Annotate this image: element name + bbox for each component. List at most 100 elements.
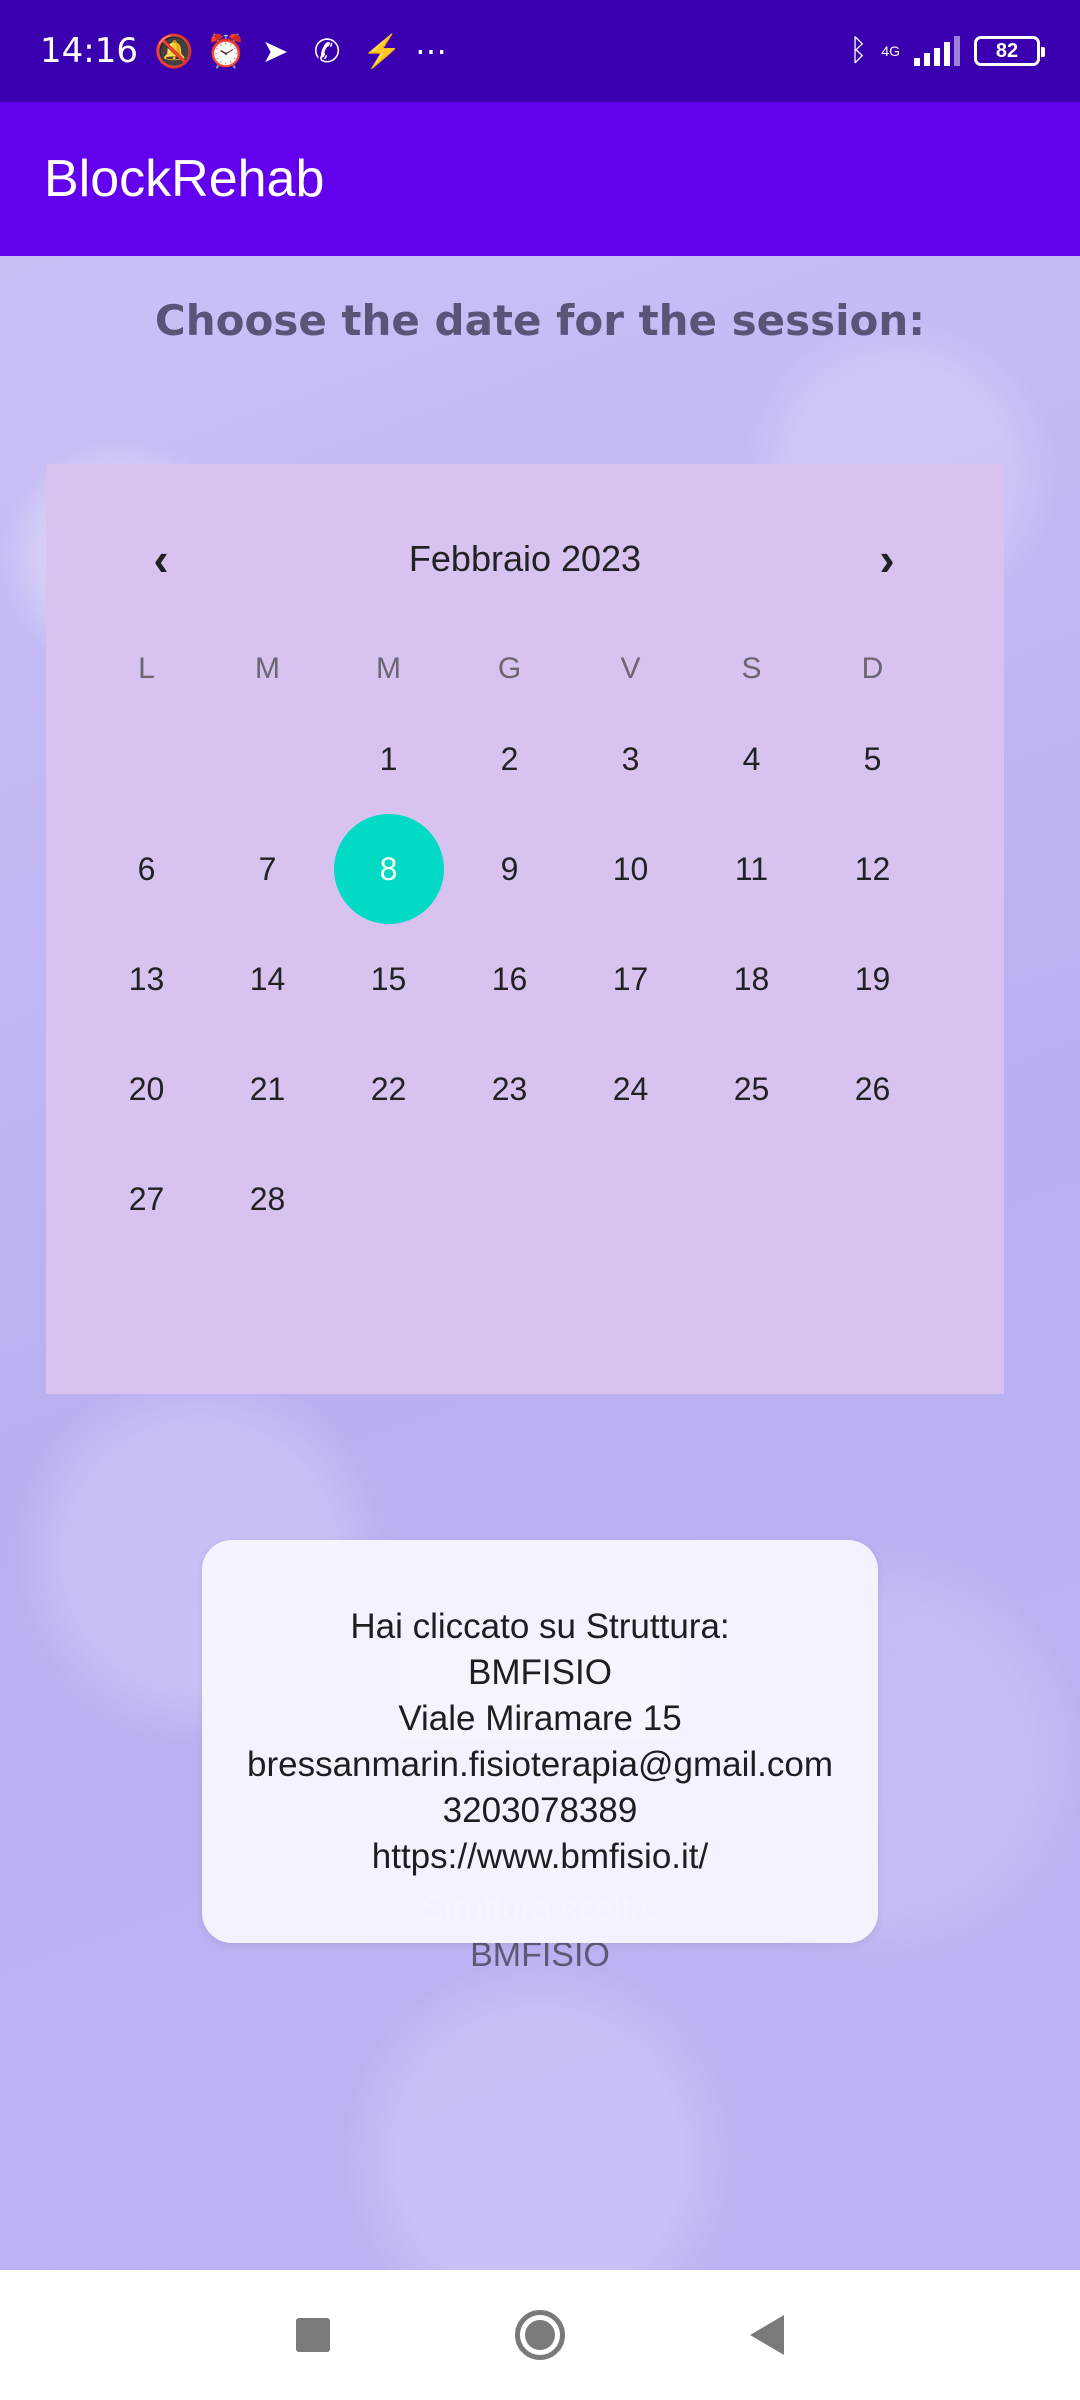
- calendar-day-number: 9: [500, 850, 519, 887]
- weekday-label: M: [255, 652, 280, 685]
- calendar-empty-cell: [449, 1144, 570, 1254]
- toast-line-address: Viale Miramare 15: [398, 1698, 682, 1738]
- calendar-day-number: [697, 1144, 807, 1254]
- calendar-day-number: [455, 1144, 565, 1254]
- calendar-day[interactable]: 6: [86, 814, 207, 924]
- calendar-day[interactable]: 3: [570, 704, 691, 814]
- calendar-day-number: 13: [128, 960, 165, 997]
- calendar-empty-cell: [691, 1144, 812, 1254]
- calendar-day-number: 24: [612, 1070, 649, 1107]
- calendar-day-number: 3: [621, 740, 640, 777]
- toast-message: Hai cliccato su Struttura: BMFISIO Viale…: [202, 1540, 878, 1943]
- calendar-day[interactable]: 22: [328, 1034, 449, 1144]
- calendar-day[interactable]: 28: [207, 1144, 328, 1254]
- status-icons-left: 🔕 ⏰ ➤ ✆ ⚡ ⋯: [154, 32, 448, 70]
- calendar-day[interactable]: 4: [691, 704, 812, 814]
- toast-line-email: bressanmarin.fisioterapia@gmail.com: [246, 1744, 834, 1784]
- calendar-day-number: 2: [500, 740, 519, 777]
- calendar-day-number: 15: [370, 960, 407, 997]
- whatsapp-icon: ✆: [313, 33, 341, 69]
- calendar-day-number: 5: [863, 740, 882, 777]
- calendar-day[interactable]: 10: [570, 814, 691, 924]
- toast-line-website: https://www.bmfisio.it/: [371, 1836, 709, 1876]
- status-bar: 14:16 🔕 ⏰ ➤ ✆ ⚡ ⋯ ᛒ 4G 82: [0, 0, 1080, 102]
- calendar-empty-cell: [207, 704, 328, 814]
- calendar-day-number: 1: [379, 740, 398, 777]
- calendar: Febbraio 2023 ‹ › L M M G V S D 1 2 3 4 5 6 7 8 9 10 11 12…: [46, 464, 1004, 1394]
- calendar-day[interactable]: 24: [570, 1034, 691, 1144]
- calendar-day[interactable]: 1: [328, 704, 449, 814]
- calendar-day-number: 4: [742, 740, 761, 777]
- weekday-label: G: [497, 652, 522, 685]
- weekday-label: V: [620, 652, 641, 685]
- toast-line-phone: 3203078389: [442, 1790, 638, 1830]
- calendar-day[interactable]: 27: [86, 1144, 207, 1254]
- navigation-bar: [0, 2270, 1080, 2400]
- calendar-day-number: 16: [491, 960, 528, 997]
- chevron-right-icon[interactable]: ›: [852, 524, 922, 594]
- calendar-day[interactable]: 20: [86, 1034, 207, 1144]
- calendar-day[interactable]: 9: [449, 814, 570, 924]
- calendar-day-number: 28: [249, 1180, 286, 1217]
- calendar-day[interactable]: 12: [812, 814, 933, 924]
- back-button[interactable]: [737, 2305, 797, 2365]
- toast-line-name: BMFISIO: [468, 1652, 612, 1692]
- calendar-day-number: [334, 1144, 444, 1254]
- toast-line-clicked: Hai cliccato su Struttura:: [350, 1606, 730, 1646]
- calendar-day-number: 25: [733, 1070, 770, 1107]
- weekday-label: S: [741, 652, 762, 685]
- calendar-day-number: 21: [249, 1070, 286, 1107]
- page-heading: Choose the date for the session:: [154, 296, 926, 345]
- calendar-day[interactable]: 16: [449, 924, 570, 1034]
- calendar-day-number: 10: [612, 850, 649, 887]
- calendar-day-number: 17: [612, 960, 649, 997]
- home-button[interactable]: [510, 2305, 570, 2365]
- app-title: BlockRehab: [44, 150, 325, 208]
- calendar-day[interactable]: 11: [691, 814, 812, 924]
- back-triangle-icon: [749, 2315, 784, 2355]
- calendar-day[interactable]: 26: [812, 1034, 933, 1144]
- calendar-day-number: 12: [854, 850, 891, 887]
- calendar-day[interactable]: 21: [207, 1034, 328, 1144]
- alarm-icon: ⏰: [205, 33, 246, 69]
- calendar-day-selected[interactable]: 8: [328, 814, 449, 924]
- calendar-day[interactable]: 7: [207, 814, 328, 924]
- calendar-day[interactable]: 2: [449, 704, 570, 814]
- calendar-day-number: [213, 704, 323, 814]
- status-time: 14:16: [40, 31, 138, 71]
- bluetooth-icon: ᛒ: [849, 34, 868, 67]
- recents-button[interactable]: [283, 2305, 343, 2365]
- calendar-day[interactable]: 14: [207, 924, 328, 1034]
- calendar-day[interactable]: 18: [691, 924, 812, 1034]
- calendar-day[interactable]: 5: [812, 704, 933, 814]
- calendar-day[interactable]: 19: [812, 924, 933, 1034]
- bolt-icon: ⚡: [361, 33, 402, 69]
- calendar-day[interactable]: 15: [328, 924, 449, 1034]
- calendar-day-number: [576, 1144, 686, 1254]
- app-bar: BlockRehab: [0, 102, 1080, 256]
- calendar-grid: L M M G V S D 1 2 3 4 5 6 7 8 9 10 11 12 13 14 15 16 17 18 19 20 21…: [86, 634, 936, 1254]
- weekday-label: D: [861, 652, 884, 685]
- calendar-header: Febbraio 2023 ‹ ›: [46, 524, 1004, 594]
- mute-icon: 🔕: [153, 33, 194, 69]
- calendar-day[interactable]: 13: [86, 924, 207, 1034]
- calendar-day-number: 7: [258, 850, 277, 887]
- calendar-day[interactable]: 23: [449, 1034, 570, 1144]
- circle-icon: [514, 2310, 565, 2360]
- calendar-day-number: 22: [370, 1070, 407, 1107]
- battery-icon: 82: [974, 36, 1045, 66]
- calendar-day[interactable]: 25: [691, 1034, 812, 1144]
- calendar-day-number: 23: [491, 1070, 528, 1107]
- telegram-icon: ➤: [261, 33, 289, 69]
- network-type: 4G: [881, 43, 900, 59]
- calendar-day-number: 19: [854, 960, 891, 997]
- calendar-empty-cell: [570, 1144, 691, 1254]
- calendar-day-number: [818, 1144, 928, 1254]
- weekday-label: M: [376, 652, 401, 685]
- chevron-left-icon[interactable]: ‹: [126, 524, 196, 594]
- square-icon: [296, 2318, 331, 2352]
- battery-level: 82: [995, 39, 1019, 62]
- calendar-day-number: [92, 704, 202, 814]
- status-icons-right: ᛒ 4G 82: [849, 34, 1045, 68]
- calendar-day[interactable]: 17: [570, 924, 691, 1034]
